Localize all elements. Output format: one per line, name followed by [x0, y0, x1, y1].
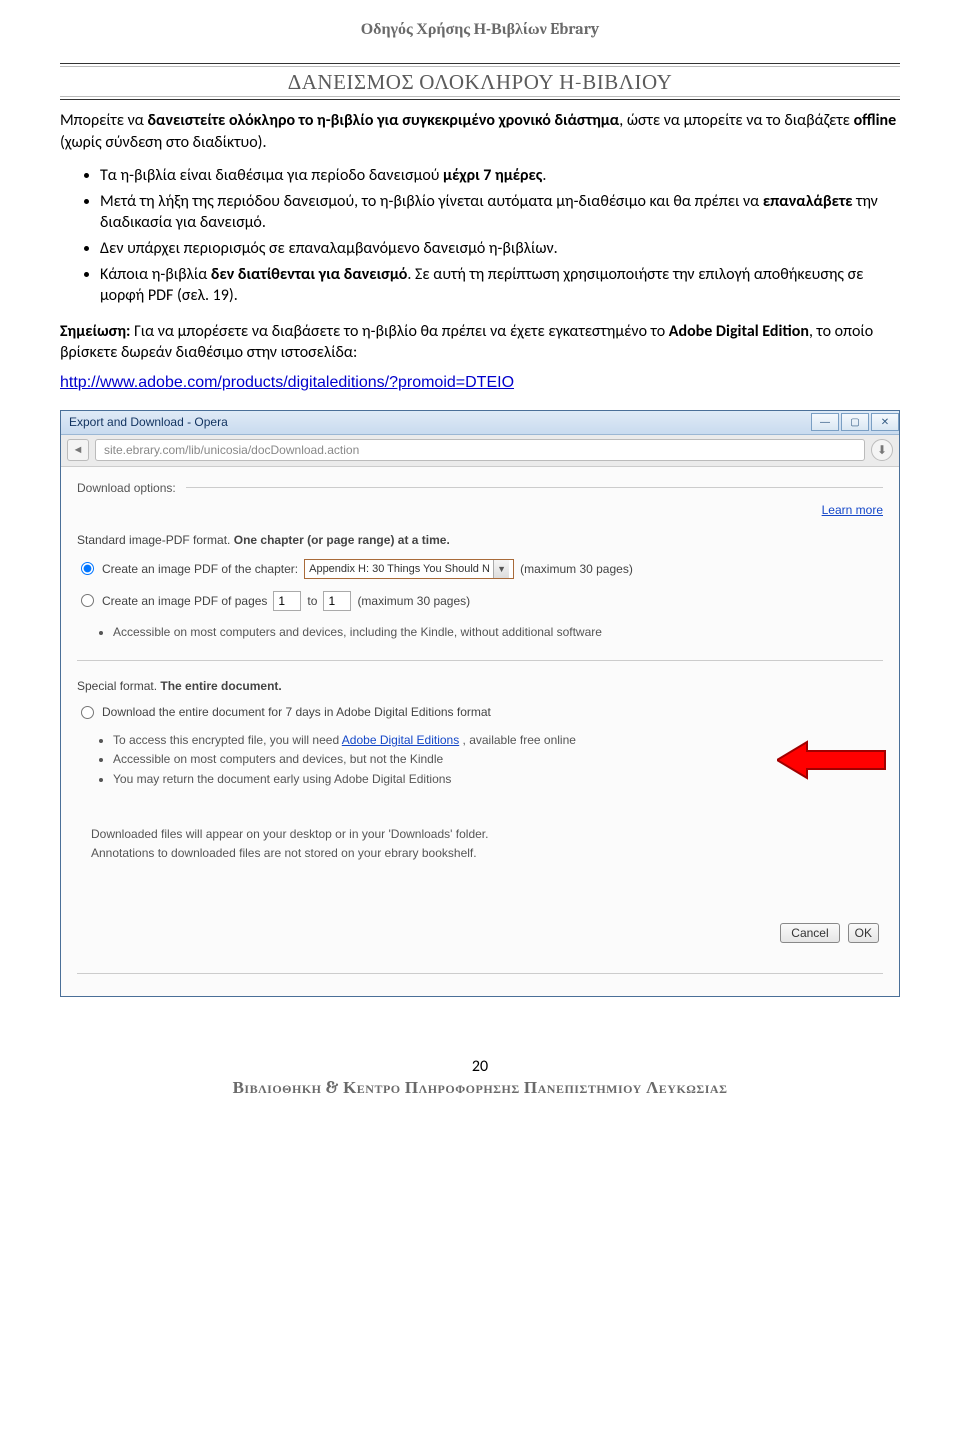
adobe-digital-editions-link[interactable]: Adobe Digital Editions	[342, 733, 459, 747]
text-bold: The entire document.	[160, 679, 281, 693]
screenshot-window: Export and Download - Opera — ▢ ✕ ◄ site…	[60, 410, 900, 997]
text-bold: επαναλάβετε	[763, 192, 853, 211]
maximize-button[interactable]: ▢	[841, 413, 869, 431]
to-label: to	[307, 594, 317, 608]
list-item: Τα η-βιβλία είναι διαθέσιμα για περίοδο …	[100, 165, 900, 187]
list-item: Accessible on most computers and devices…	[113, 623, 883, 642]
text: Κάποια η-βιβλία	[100, 265, 211, 284]
window-titlebar: Export and Download - Opera — ▢ ✕	[61, 411, 899, 435]
learn-more-row: Learn more	[77, 503, 883, 517]
page-to-input[interactable]	[323, 591, 351, 611]
note-label: Σημείωση:	[60, 322, 130, 341]
option-pages-row: Create an image PDF of pages to (maximum…	[81, 591, 883, 611]
text: .	[542, 166, 546, 185]
list-item: Μετά τη λήξη της περιόδου δανεισμού, το …	[100, 191, 900, 234]
text-bold: δεν διατίθενται για δανεισμό	[211, 265, 407, 284]
download-note-block: Downloaded files will appear on your des…	[91, 825, 883, 863]
ok-button[interactable]: OK	[848, 923, 879, 943]
page-footer: Βιβλιοθηκη & Κεντρο Πληροφορησης Πανεπισ…	[60, 1078, 900, 1098]
option-pages-label: Create an image PDF of pages	[102, 594, 267, 608]
url-field[interactable]: site.ebrary.com/lib/unicosia/docDownload…	[95, 439, 865, 461]
text-bold: μέχρι 7 ημέρες	[443, 166, 542, 185]
list-item: Accessible on most computers and devices…	[113, 750, 883, 769]
option-entire-row: Download the entire document for 7 days …	[81, 705, 883, 719]
chapter-select-value: Appendix H: 30 Things You Should N	[309, 563, 489, 575]
option-chapter-max: (maximum 30 pages)	[520, 562, 633, 576]
text: Standard image-PDF format.	[77, 533, 234, 547]
option-pages-max: (maximum 30 pages)	[357, 594, 470, 608]
dialog-body: Download options: Learn more Standard im…	[61, 467, 899, 996]
text: Special format.	[77, 679, 160, 693]
text: Μπορείτε να	[60, 111, 148, 130]
standard-sub-bullets: Accessible on most computers and devices…	[113, 623, 883, 642]
bullet-list: Τα η-βιβλία είναι διαθέσιμα για περίοδο …	[100, 165, 900, 307]
option-chapter-row: Create an image PDF of the chapter: Appe…	[81, 559, 883, 579]
special-format-heading: Special format. The entire document.	[77, 679, 883, 693]
list-item: To access this encrypted file, you will …	[113, 731, 883, 750]
dialog-button-row: Cancel OK	[77, 923, 883, 943]
download-note-line1: Downloaded files will appear on your des…	[91, 825, 883, 844]
section-title-wrap: ΔΑΝΕΙΣΜΟΣ ΟΛΟΚΛΗΡΟΥ Η-ΒΙΒΛΙΟΥ	[60, 63, 900, 100]
download-note-line2: Annotations to downloaded files are not …	[91, 844, 883, 863]
page-header: Οδηγός Χρήσης Η-Βιβλίων Ebrary	[60, 20, 900, 45]
text: To access this encrypted file, you will …	[113, 733, 342, 747]
text-bold: One chapter (or page range) at a time.	[234, 533, 450, 547]
special-format-block: Special format. The entire document. Dow…	[77, 679, 883, 789]
standard-format-heading: Standard image-PDF format. One chapter (…	[77, 533, 883, 547]
legend-line	[186, 487, 883, 488]
close-button[interactable]: ✕	[871, 413, 899, 431]
download-icon[interactable]: ⬇	[871, 439, 893, 461]
section-title: ΔΑΝΕΙΣΜΟΣ ΟΛΟΚΛΗΡΟΥ Η-ΒΙΒΛΙΟΥ	[60, 70, 900, 95]
divider-bottom	[77, 973, 883, 974]
address-bar: ◄ site.ebrary.com/lib/unicosia/docDownlo…	[61, 435, 899, 467]
window-buttons: — ▢ ✕	[809, 413, 899, 431]
option-chapter-label: Create an image PDF of the chapter:	[102, 562, 298, 576]
list-item: Δεν υπάρχει περιορισμός σε επαναλαμβανόμ…	[100, 238, 900, 260]
text-bold: offline	[854, 111, 897, 130]
text: Μετά τη λήξη της περιόδου δανεισμού, το …	[100, 192, 763, 211]
radio-pages-pdf[interactable]	[81, 594, 94, 607]
adobe-url-link[interactable]: http://www.adobe.com/products/digitaledi…	[60, 374, 900, 392]
intro-paragraph: Μπορείτε να δανειστείτε ολόκληρο το η-βι…	[60, 110, 900, 153]
special-sub-bullets: To access this encrypted file, you will …	[113, 731, 883, 789]
text-bold: Adobe Digital Edition	[669, 322, 809, 341]
text: (χωρίς σύνδεση στο διαδίκτυο).	[60, 133, 267, 152]
chapter-select[interactable]: Appendix H: 30 Things You Should N ▼	[304, 559, 514, 579]
page-from-input[interactable]	[273, 591, 301, 611]
legend-row: Download options:	[77, 481, 883, 495]
text: Τα η-βιβλία είναι διαθέσιμα για περίοδο …	[100, 166, 443, 185]
back-button[interactable]: ◄	[67, 439, 89, 461]
radio-entire-document[interactable]	[81, 706, 94, 719]
cancel-button[interactable]: Cancel	[780, 923, 839, 943]
learn-more-link[interactable]: Learn more	[822, 503, 883, 517]
divider	[77, 660, 883, 661]
list-item: You may return the document early using …	[113, 770, 883, 789]
radio-chapter-pdf[interactable]	[81, 562, 94, 575]
text: Για να μπορέσετε να διαβάσετε το η-βιβλί…	[130, 322, 668, 341]
page-number: 20	[60, 1057, 900, 1076]
text-bold: δανειστείτε ολόκληρο το η-βιβλίο για συγ…	[148, 111, 620, 130]
note-paragraph: Σημείωση: Για να μπορέσετε να διαβάσετε …	[60, 321, 900, 364]
list-item: Κάποια η-βιβλία δεν διατίθενται για δανε…	[100, 264, 900, 307]
text: , ώστε να μπορείτε να το διαβάζετε	[619, 111, 853, 130]
chevron-down-icon[interactable]: ▼	[493, 560, 509, 578]
window-title: Export and Download - Opera	[69, 415, 228, 429]
option-entire-label: Download the entire document for 7 days …	[102, 705, 491, 719]
minimize-button[interactable]: —	[811, 413, 839, 431]
legend-label: Download options:	[77, 481, 176, 495]
text: , available free online	[459, 733, 576, 747]
